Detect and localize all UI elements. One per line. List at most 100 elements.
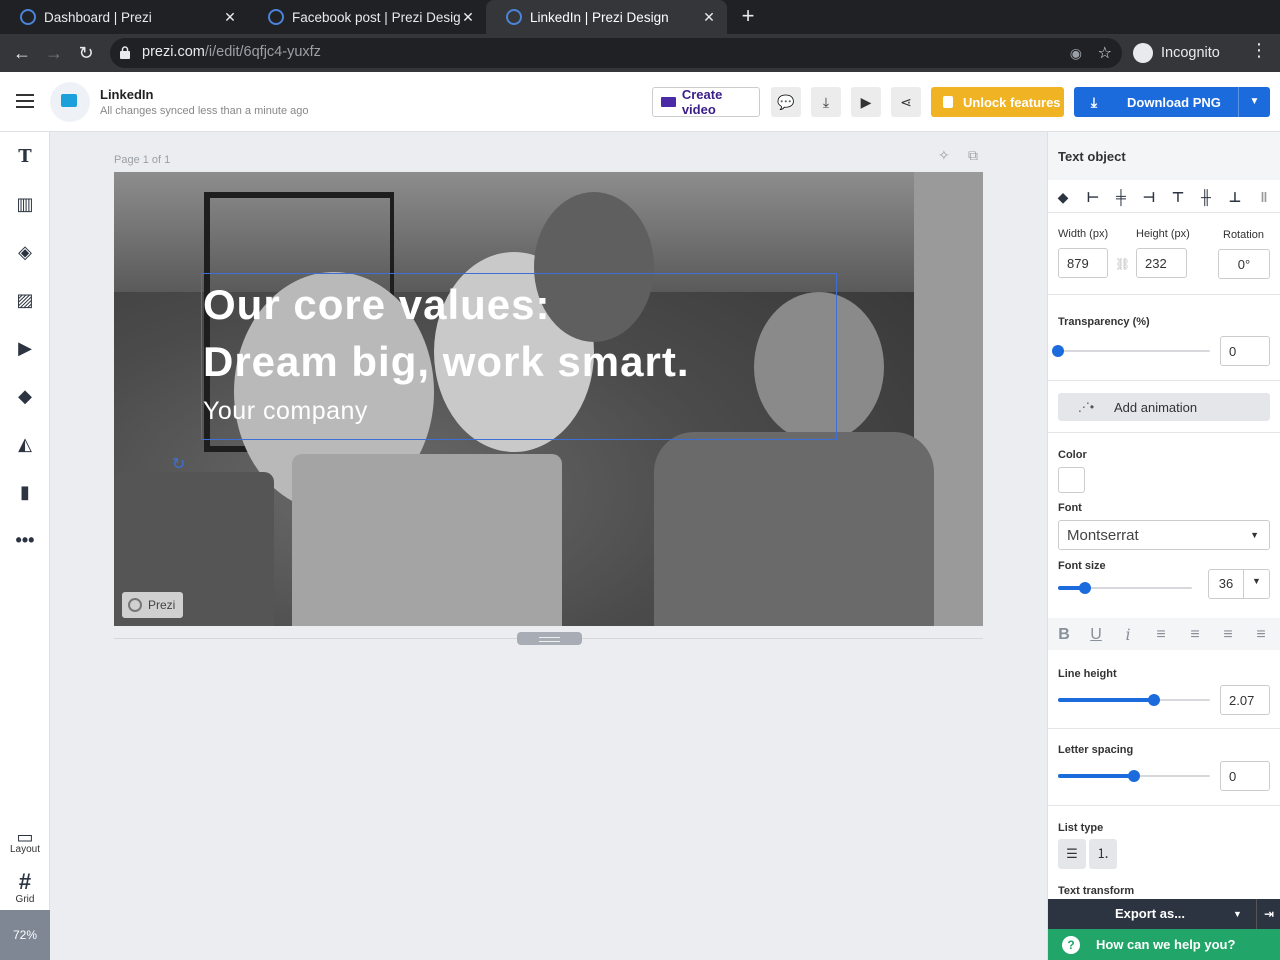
- underline-icon[interactable]: U: [1087, 626, 1105, 644]
- incognito-indicator[interactable]: Incognito: [1133, 39, 1220, 67]
- height-input[interactable]: 232: [1136, 248, 1187, 278]
- duplicate-page-icon[interactable]: ⧉: [968, 147, 978, 164]
- zoom-level[interactable]: 72%: [0, 910, 50, 960]
- shapes-tool-icon[interactable]: ◭: [0, 429, 50, 459]
- download-png-button[interactable]: ⤓ Download PNG ▼: [1074, 87, 1270, 117]
- grid-icon[interactable]: #: [0, 867, 50, 897]
- bookmark-star-icon[interactable]: ☆: [1098, 43, 1112, 63]
- bold-icon[interactable]: B: [1055, 626, 1073, 644]
- link-dimensions-icon[interactable]: ⛓: [1115, 257, 1130, 271]
- chevron-down-icon[interactable]: ▼: [1243, 570, 1269, 598]
- page-resize-handle[interactable]: [517, 632, 582, 645]
- new-tab-icon[interactable]: +: [737, 5, 759, 28]
- text-align-left-icon[interactable]: ≡: [1152, 626, 1170, 644]
- comments-button[interactable]: 💬: [771, 87, 801, 117]
- grid-label[interactable]: Grid: [0, 894, 50, 905]
- create-video-button[interactable]: Create video: [652, 87, 760, 117]
- page-indicator: Page 1 of 1: [114, 154, 171, 166]
- text-align-center-icon[interactable]: ≡: [1186, 626, 1204, 644]
- text-format-toolbar: B U i ≡ ≡ ≡ ≡: [1048, 618, 1280, 650]
- layers-tool-icon[interactable]: ◆: [0, 381, 50, 411]
- slider-knob[interactable]: [1128, 770, 1140, 782]
- forward-icon[interactable]: →: [41, 40, 67, 66]
- design-artboard[interactable]: Our core values: Dream big, work smart. …: [114, 172, 983, 626]
- map-tool-icon[interactable]: ◈: [0, 237, 50, 267]
- document-title[interactable]: LinkedIn: [100, 87, 153, 102]
- unlock-features-button[interactable]: Unlock features: [931, 87, 1064, 117]
- align-top-icon[interactable]: ⊤: [1170, 189, 1186, 205]
- transparency-input[interactable]: 0: [1220, 336, 1270, 366]
- comment-icon: 💬: [777, 93, 795, 110]
- width-input[interactable]: 879: [1058, 248, 1108, 278]
- prezi-favicon-icon: [20, 9, 36, 25]
- tab-title: LinkedIn | Prezi Design: [530, 9, 669, 25]
- url-field[interactable]: prezi.com/i/edit/6qfjc4-yuxfz ◉ ☆: [110, 38, 1122, 68]
- rotate-handle-icon[interactable]: ↻: [172, 454, 185, 474]
- close-tab-icon[interactable]: ✕: [701, 9, 717, 25]
- close-tab-icon[interactable]: ✕: [222, 9, 238, 25]
- layer-order-icon[interactable]: ◆: [1055, 189, 1071, 205]
- download-to-device-button[interactable]: ⤓: [811, 87, 841, 117]
- brand-kit-tool-icon[interactable]: ▮: [0, 477, 50, 507]
- incognito-icon: [1133, 43, 1153, 63]
- font-select[interactable]: Montserrat ▼: [1058, 520, 1270, 550]
- letter-spacing-input[interactable]: 0: [1220, 761, 1270, 791]
- align-bottom-icon[interactable]: ⊥: [1227, 189, 1243, 205]
- video-tool-icon[interactable]: ▶: [0, 333, 50, 363]
- align-middle-icon[interactable]: ╫: [1198, 189, 1214, 205]
- line-height-slider[interactable]: [1058, 692, 1210, 708]
- numbered-list-icon[interactable]: ⒈: [1089, 839, 1117, 869]
- address-bar: ← → ↻ prezi.com/i/edit/6qfjc4-yuxfz ◉ ☆ …: [0, 34, 1280, 72]
- menu-icon[interactable]: [16, 94, 34, 108]
- text-align-right-icon[interactable]: ≡: [1219, 626, 1237, 644]
- tab-title: Dashboard | Prezi: [44, 9, 152, 25]
- left-toolbar: T ▥ ◈ ▨ ▶ ◆ ◭ ▮ ••• ▭ Layout # Grid 72%: [0, 132, 50, 960]
- slider-knob[interactable]: [1147, 694, 1160, 706]
- tab-dashboard[interactable]: Dashboard | Prezi ✕: [0, 0, 248, 34]
- italic-icon[interactable]: i: [1119, 626, 1137, 644]
- tab-linkedin[interactable]: LinkedIn | Prezi Design ✕: [486, 0, 727, 34]
- letter-spacing-label: Letter spacing: [1058, 744, 1134, 756]
- font-size-slider[interactable]: [1058, 580, 1192, 596]
- tab-title: Facebook post | Prezi Desig: [292, 9, 460, 25]
- transparency-slider[interactable]: [1052, 343, 1210, 359]
- export-as-button[interactable]: Export as... ▼ ⇥: [1048, 899, 1280, 929]
- headline-text[interactable]: Our core values: Dream big, work smart.: [203, 276, 843, 390]
- close-tab-icon[interactable]: ✕: [460, 9, 476, 25]
- present-button[interactable]: ▶: [851, 87, 881, 117]
- reload-icon[interactable]: ↻: [73, 40, 99, 66]
- share-button[interactable]: ⋖: [891, 87, 921, 117]
- align-left-icon[interactable]: ⊢: [1085, 189, 1101, 205]
- prezi-favicon-icon: [506, 9, 522, 25]
- distribute-icon[interactable]: ‖: [1256, 189, 1272, 205]
- align-right-icon[interactable]: ⊣: [1141, 189, 1157, 205]
- more-tools-icon[interactable]: •••: [0, 525, 50, 555]
- tracking-blocked-icon[interactable]: ◉: [1070, 45, 1082, 62]
- export-side-icon[interactable]: ⇥: [1256, 899, 1280, 929]
- font-size-input[interactable]: 36 ▼: [1208, 569, 1270, 599]
- image-tool-icon[interactable]: ▨: [0, 285, 50, 315]
- text-tool-icon[interactable]: T: [0, 141, 50, 171]
- chart-tool-icon[interactable]: ▥: [0, 189, 50, 219]
- add-animation-button[interactable]: ⋰• Add animation: [1058, 393, 1270, 421]
- back-icon[interactable]: ←: [9, 40, 35, 66]
- text-color-swatch[interactable]: [1058, 467, 1085, 493]
- help-chat-button[interactable]: ? How can we help you?: [1048, 929, 1280, 960]
- line-height-input[interactable]: 2.07: [1220, 685, 1270, 715]
- letter-spacing-slider[interactable]: [1058, 768, 1210, 784]
- slider-knob[interactable]: [1052, 345, 1064, 357]
- text-justify-icon[interactable]: ≡: [1252, 626, 1270, 644]
- list-type-label: List type: [1058, 822, 1104, 834]
- download-options-caret-icon[interactable]: ▼: [1238, 87, 1270, 117]
- browser-tab-bar: Dashboard | Prezi ✕ Facebook post | Prez…: [0, 0, 1280, 34]
- slider-knob[interactable]: [1078, 582, 1091, 594]
- browser-menu-icon[interactable]: ⋮: [1250, 40, 1268, 61]
- bulleted-list-icon[interactable]: ☰: [1058, 839, 1086, 869]
- tab-facebook-post[interactable]: Facebook post | Prezi Desig ✕: [248, 0, 486, 34]
- magic-wand-icon[interactable]: ✧: [938, 147, 950, 164]
- download-icon: ⤓: [1090, 93, 1098, 110]
- align-center-icon[interactable]: ╪: [1113, 189, 1129, 205]
- layout-label[interactable]: Layout: [0, 844, 50, 855]
- rotation-input[interactable]: 0°: [1218, 249, 1270, 279]
- company-text[interactable]: Your company: [203, 397, 368, 426]
